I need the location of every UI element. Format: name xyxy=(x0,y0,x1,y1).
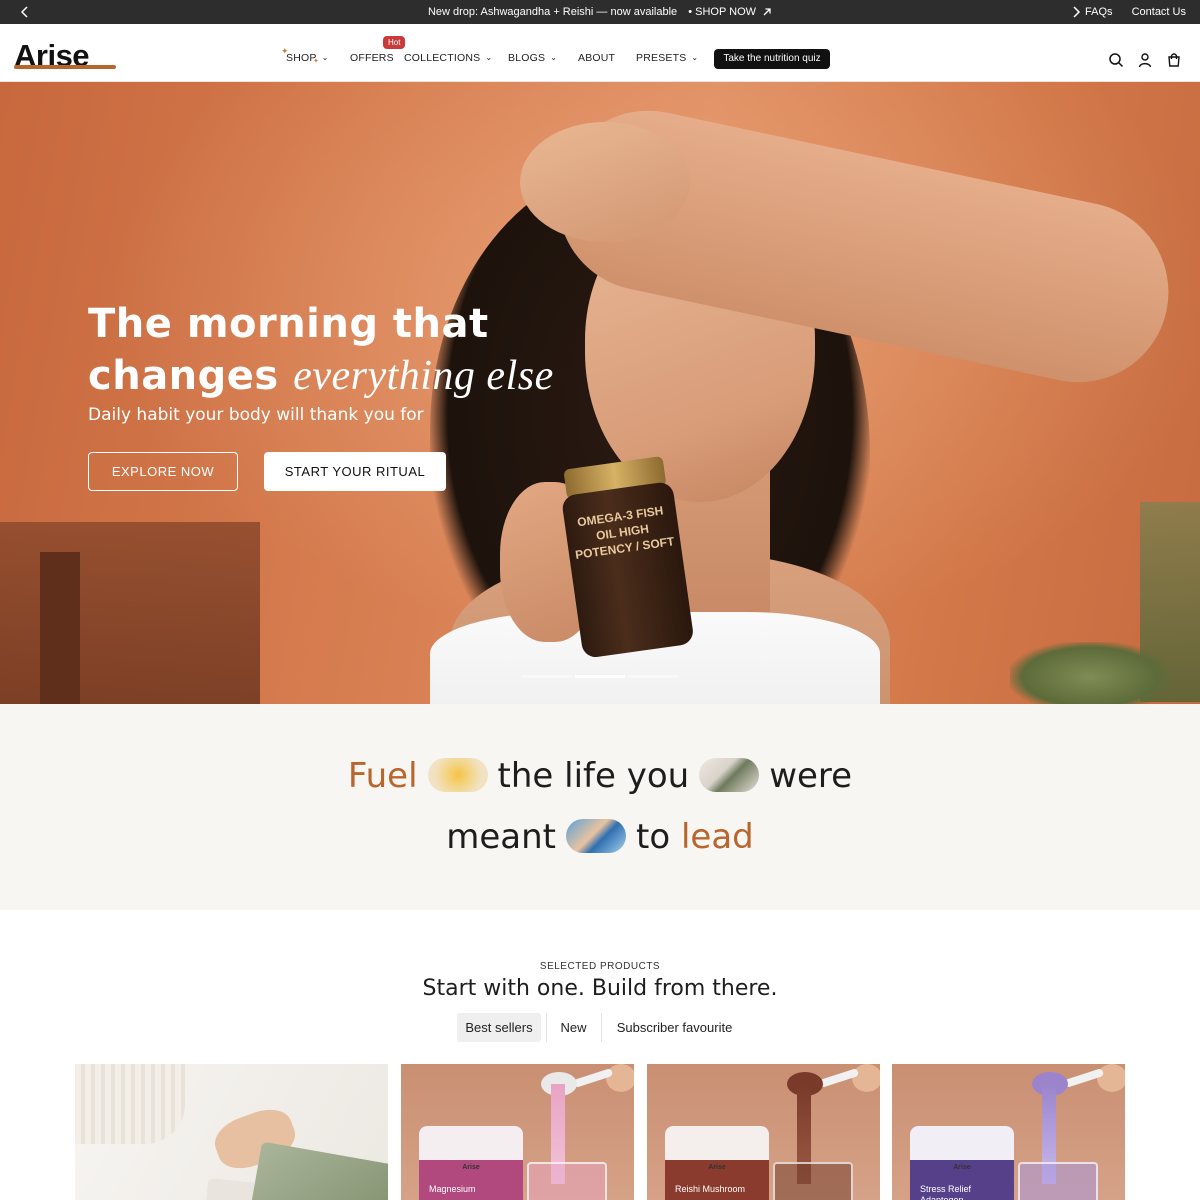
hero-title-line2: changes everything else xyxy=(88,350,554,402)
section-title: Start with one. Build from there. xyxy=(422,976,778,1001)
site-header: Arise ✦ ✦ SHOP ⌄ OFFERS COLLECTIONS ⌄ BLOG… xyxy=(0,24,1200,82)
tab-subscriber-favourite[interactable]: Subscriber favourite xyxy=(606,1013,743,1042)
manifesto-word-lead: lead xyxy=(680,817,754,857)
pouch-band xyxy=(910,1126,1014,1160)
tab-best-sellers[interactable]: Best sellers xyxy=(457,1013,541,1042)
start-ritual-button[interactable]: START YOUR RITUAL xyxy=(264,452,446,491)
manifesto-line-1: Fuel the life you were xyxy=(0,756,1200,796)
nav-shop[interactable]: SHOP ⌄ xyxy=(286,52,328,64)
hand xyxy=(606,1064,634,1092)
pouch-brand: Arise xyxy=(708,1164,726,1171)
hero-model-hand xyxy=(520,122,690,242)
tab-divider xyxy=(546,1013,547,1042)
chevron-down-icon: ⌄ xyxy=(691,53,699,62)
account-icon[interactable] xyxy=(1137,52,1153,68)
nav-collections-label: COLLECTIONS xyxy=(404,52,481,64)
nav-blogs-label: BLOGS xyxy=(508,52,546,64)
utility-links: FAQs Contact Us xyxy=(1069,6,1186,18)
pouch-product-name: Magnesium xyxy=(429,1184,476,1194)
announcement-shop-now-link[interactable]: • SHOP NOW xyxy=(688,6,772,18)
hero-subtitle: Daily habit your body will thank you for xyxy=(88,405,424,425)
product-pouch: Arise Stress Relief Adaptogen xyxy=(910,1126,1014,1200)
manifesto-word-fuel: Fuel xyxy=(347,756,418,796)
section-label: SELECTED PRODUCTS xyxy=(539,961,661,972)
hero-banner: OMEGA-3 FISH OIL HIGH POTENCY / SOFT The… xyxy=(0,82,1200,704)
chevron-down-icon: ⌄ xyxy=(485,53,493,62)
glass xyxy=(1018,1162,1098,1200)
announcement-text: New drop: Ashwagandha + Reishi — now ava… xyxy=(427,6,678,18)
sachet xyxy=(250,1141,388,1200)
nav-presets-label: PRESETS xyxy=(636,52,687,64)
manifesto-section: Fuel the life you were meant to lead xyxy=(0,704,1200,910)
nav-blogs[interactable]: BLOGS ⌄ xyxy=(508,52,557,64)
nav-about-label: ABOUT xyxy=(578,52,616,64)
pouch-band xyxy=(419,1126,523,1160)
manifesto-word-were: were xyxy=(769,756,853,796)
product-pouch: Arise Magnesium xyxy=(419,1126,523,1200)
manifesto-phrase: the life you xyxy=(497,756,690,796)
tab-divider xyxy=(601,1013,602,1042)
arrow-up-right-icon xyxy=(763,8,771,16)
nav-offers-label: OFFERS xyxy=(350,52,394,64)
nutrition-quiz-button[interactable]: Take the nutrition quiz xyxy=(714,49,830,69)
announcement-bar: New drop: Ashwagandha + Reishi — now ava… xyxy=(0,0,1200,24)
pouch-product-name: Stress Relief Adaptogen xyxy=(920,1184,972,1200)
product-card-reishi[interactable]: Arise Reishi Mushroom xyxy=(647,1064,880,1200)
slide-dot-3[interactable] xyxy=(628,675,678,678)
hand-image-pill xyxy=(699,758,760,792)
manifesto-word-to: to xyxy=(636,817,671,857)
shop-now-label: SHOP NOW xyxy=(695,6,757,18)
hero-title-italic: everything else xyxy=(293,353,554,399)
pouch-brand: Arise xyxy=(462,1164,480,1171)
sweater-sleeve xyxy=(75,1064,185,1144)
nav-about[interactable]: ABOUT xyxy=(578,52,615,64)
logo-underline xyxy=(14,65,116,69)
nav-collections[interactable]: COLLECTIONS ⌄ xyxy=(404,52,492,64)
hero-title-line1: The morning that xyxy=(88,301,489,347)
hand xyxy=(852,1064,880,1092)
hero-title: The morning that changes everything else xyxy=(88,298,554,402)
nav-presets[interactable]: PRESETS ⌄ xyxy=(636,52,698,64)
pouch-product-name: Reishi Mushroom xyxy=(675,1184,746,1194)
glass xyxy=(527,1162,607,1200)
capsule-image-pill xyxy=(427,758,488,792)
product-card-magnesium[interactable]: Arise Magnesium xyxy=(401,1064,634,1200)
slide-dot-1[interactable] xyxy=(522,675,572,678)
chevron-down-icon: ⌄ xyxy=(550,53,558,62)
runners-image-pill xyxy=(566,819,627,853)
hot-badge: Hot xyxy=(383,36,406,49)
product-card-stress-relief[interactable]: Arise Stress Relief Adaptogen xyxy=(892,1064,1125,1200)
hero-railing xyxy=(0,522,260,704)
nav-offers[interactable]: OFFERS xyxy=(350,52,394,64)
hero-title-plain: changes xyxy=(88,353,279,399)
explore-now-button[interactable]: EXPLORE NOW xyxy=(88,452,238,491)
hand xyxy=(1097,1064,1125,1092)
faqs-link[interactable]: FAQs xyxy=(1085,6,1113,18)
glass xyxy=(773,1162,853,1200)
pouch-brand: Arise xyxy=(953,1164,971,1171)
cart-icon[interactable] xyxy=(1166,52,1182,68)
product-pouch: Arise Reishi Mushroom xyxy=(665,1126,769,1200)
chevron-down-icon: ⌄ xyxy=(321,53,329,62)
tab-new[interactable]: New xyxy=(551,1013,596,1042)
manifesto-line-2: meant to lead xyxy=(0,817,1200,857)
hero-plant-pot xyxy=(1010,642,1170,704)
announcement-message: New drop: Ashwagandha + Reishi — now ava… xyxy=(0,6,1200,18)
contact-us-link[interactable]: Contact Us xyxy=(1132,6,1186,18)
product-card-1[interactable] xyxy=(75,1064,388,1200)
pouch-band xyxy=(665,1126,769,1160)
manifesto-word-meant: meant xyxy=(446,817,557,857)
hero-railing-post xyxy=(40,552,80,704)
nav-shop-label: SHOP xyxy=(286,52,317,64)
slide-dot-2[interactable] xyxy=(575,675,625,678)
search-icon[interactable] xyxy=(1108,52,1124,68)
